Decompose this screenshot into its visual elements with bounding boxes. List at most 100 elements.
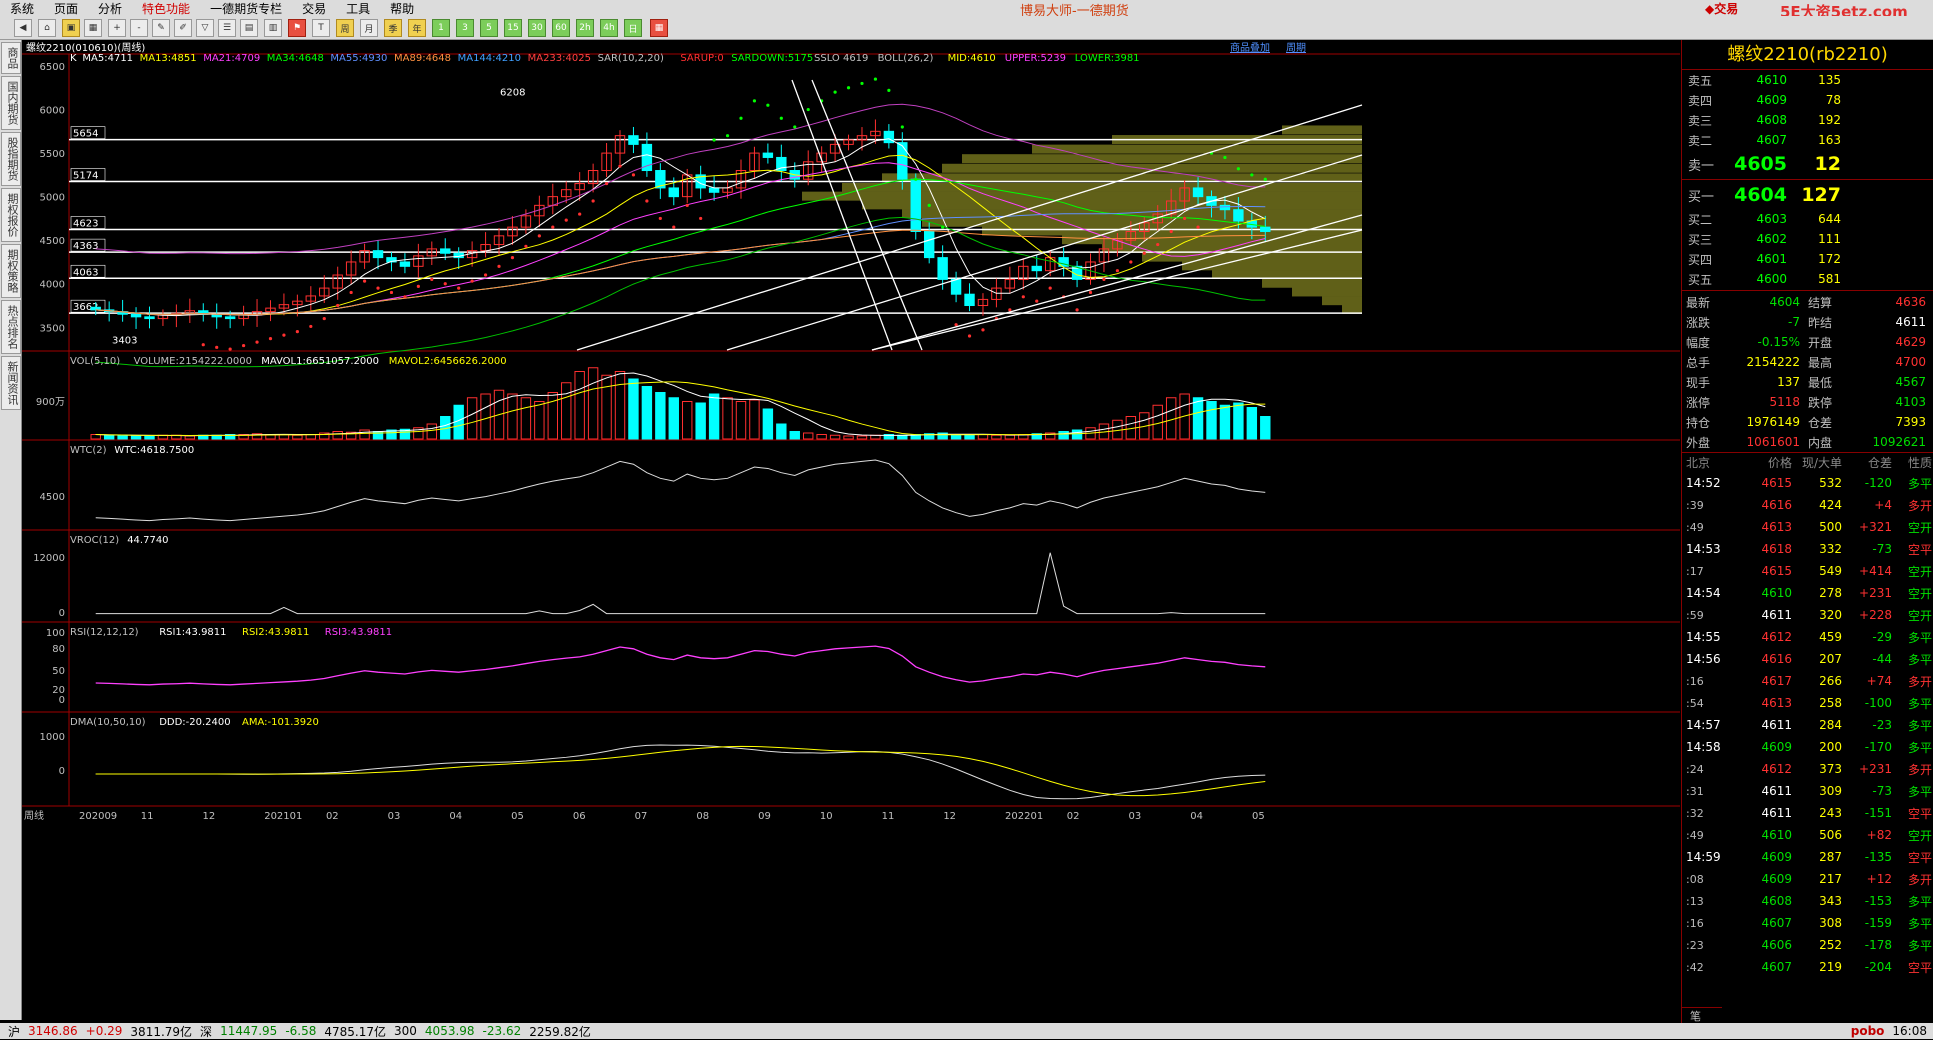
- tab-ticks[interactable]: 笔: [1682, 1007, 1722, 1023]
- chart-icon[interactable]: ▥: [264, 19, 282, 37]
- side-tab[interactable]: 期权报价: [1, 188, 21, 242]
- quote-value: 4629: [1895, 335, 1926, 349]
- folder-icon[interactable]: ▣: [62, 19, 80, 37]
- indicator-label: MAVOL2:6456626.2000: [389, 356, 507, 367]
- menu-item[interactable]: 特色功能: [132, 0, 200, 17]
- zoom-out-icon[interactable]: -: [130, 19, 148, 37]
- tick-volume: 252: [1819, 938, 1842, 952]
- quote-value: 7393: [1895, 415, 1926, 429]
- draw-icon[interactable]: ✎: [152, 19, 170, 37]
- week-icon[interactable]: 周: [336, 19, 354, 37]
- volume-bar: [601, 374, 612, 440]
- text-icon[interactable]: T: [312, 19, 330, 37]
- side-tab[interactable]: 股指期货: [1, 132, 21, 186]
- grid-icon[interactable]: ▦: [84, 19, 102, 37]
- volume-bar: [628, 378, 639, 440]
- m3-icon[interactable]: 3: [456, 19, 474, 37]
- tick-oi-change: -178: [1864, 938, 1892, 952]
- zoom-in-icon[interactable]: +: [108, 19, 126, 37]
- trade-button[interactable]: ◆交易: [1705, 0, 1738, 17]
- order-book-row: 卖四 4609 78: [1682, 90, 1933, 110]
- chart-area[interactable]: 螺纹2210(010610)(周线) 商品叠加 周期 6500 6000 5500 5000…: [22, 40, 1680, 1023]
- ob-label: 卖二: [1688, 133, 1713, 148]
- m1-icon[interactable]: 1: [432, 19, 450, 37]
- volume-profile-bar: [942, 163, 1362, 173]
- volume-bar: [466, 397, 478, 440]
- indicator-label: SSLO 4619: [814, 53, 868, 64]
- table-icon[interactable]: ▤: [240, 19, 258, 37]
- menu-item[interactable]: 页面: [44, 0, 88, 17]
- tick-volume: 217: [1819, 872, 1842, 886]
- menu-item[interactable]: 分析: [88, 0, 132, 17]
- menu-item[interactable]: 一德期货专栏: [200, 0, 292, 17]
- tick-type: 多开: [1907, 762, 1932, 777]
- quote-value: 137: [1777, 375, 1800, 389]
- m30-icon[interactable]: 30: [528, 19, 546, 37]
- index-value: -6.58: [285, 1024, 317, 1038]
- order-book-row: 买五 4600 581: [1682, 269, 1933, 289]
- sar-dot: [725, 134, 730, 138]
- sar-dot: [497, 264, 501, 268]
- ob-price: 4604: [1734, 184, 1787, 206]
- tick-volume: 320: [1819, 608, 1842, 622]
- volume-bar: [708, 393, 720, 440]
- year-icon[interactable]: 年: [408, 19, 426, 37]
- chart-link[interactable]: 商品叠加: [1230, 41, 1270, 54]
- month-icon[interactable]: 月: [360, 19, 378, 37]
- x-axis-tick: 202201: [1005, 811, 1043, 822]
- indicator-label: VOLUME:2154222.0000: [134, 356, 252, 367]
- quote-value: 4700: [1895, 355, 1926, 369]
- price-tick: 6500: [40, 62, 65, 73]
- chart-link[interactable]: 周期: [1286, 42, 1306, 54]
- tick-list[interactable]: 14:52 4615 532 -120 多平:39 4616 424 +4 多开:49 4613 5…: [1682, 472, 1933, 978]
- level-label: 4363: [73, 241, 98, 252]
- volume-bar: [1058, 431, 1069, 440]
- tick-price: 4609: [1761, 850, 1792, 864]
- menu-item[interactable]: 帮助: [380, 0, 424, 17]
- calc-icon[interactable]: ▦: [650, 19, 668, 37]
- menu-item[interactable]: 系统: [0, 0, 44, 17]
- index-value: -23.62: [482, 1024, 522, 1038]
- candle-body: [1233, 209, 1244, 222]
- list-icon[interactable]: ☰: [218, 19, 236, 37]
- home-icon[interactable]: ⌂: [38, 19, 56, 37]
- pen-icon[interactable]: ✐: [174, 19, 192, 37]
- tick-row: :13 4608 343 -153 多平: [1682, 890, 1933, 912]
- h4-icon[interactable]: 4h: [600, 19, 618, 37]
- back-icon[interactable]: ◀: [14, 19, 32, 37]
- m5-icon[interactable]: 5: [480, 19, 498, 37]
- tick-row: :59 4611 320 +228 空开: [1682, 604, 1933, 626]
- side-tab[interactable]: 期权策略: [1, 244, 21, 298]
- quote-row: 最新 4604 结算 4636: [1682, 292, 1933, 312]
- quote-row: 总手 2154222 最高 4700: [1682, 352, 1933, 372]
- filter-icon[interactable]: ▽: [196, 19, 214, 37]
- kline-chart-svg[interactable]: 螺纹2210(010610)(周线) 商品叠加 周期6500600055005000…: [22, 40, 1680, 1023]
- sar-dot: [349, 290, 353, 295]
- quote-key: 内盘: [1808, 435, 1833, 450]
- menu-item[interactable]: 交易: [292, 0, 336, 17]
- side-tab[interactable]: 热点排名: [1, 300, 21, 354]
- candle-body: [440, 248, 451, 254]
- season-icon[interactable]: 季: [384, 19, 402, 37]
- flag-icon[interactable]: ⚑: [288, 19, 306, 37]
- tick-volume: 207: [1819, 652, 1842, 666]
- side-tab[interactable]: 商品: [1, 42, 21, 74]
- volume-bar: [749, 399, 760, 440]
- trend-line[interactable]: [791, 79, 893, 351]
- ob-volume: 172: [1818, 252, 1841, 266]
- quote-key: 持仓: [1686, 415, 1711, 430]
- h2-icon[interactable]: 2h: [576, 19, 594, 37]
- side-tab[interactable]: 新闻资讯: [1, 356, 21, 410]
- tick-type: 空开: [1907, 586, 1932, 601]
- m60-icon[interactable]: 60: [552, 19, 570, 37]
- day-icon[interactable]: 日: [624, 19, 642, 37]
- tick-price: 4608: [1761, 894, 1792, 908]
- menu-item[interactable]: 工具: [336, 0, 380, 17]
- sar-dot: [1129, 260, 1133, 264]
- volume-bar: [1246, 407, 1258, 440]
- side-tab[interactable]: 国内期货: [1, 76, 21, 130]
- tick-type: 空开: [1907, 608, 1932, 623]
- ob-volume: 12: [1814, 153, 1841, 175]
- sar-dot: [604, 181, 609, 186]
- m15-icon[interactable]: 15: [504, 19, 522, 37]
